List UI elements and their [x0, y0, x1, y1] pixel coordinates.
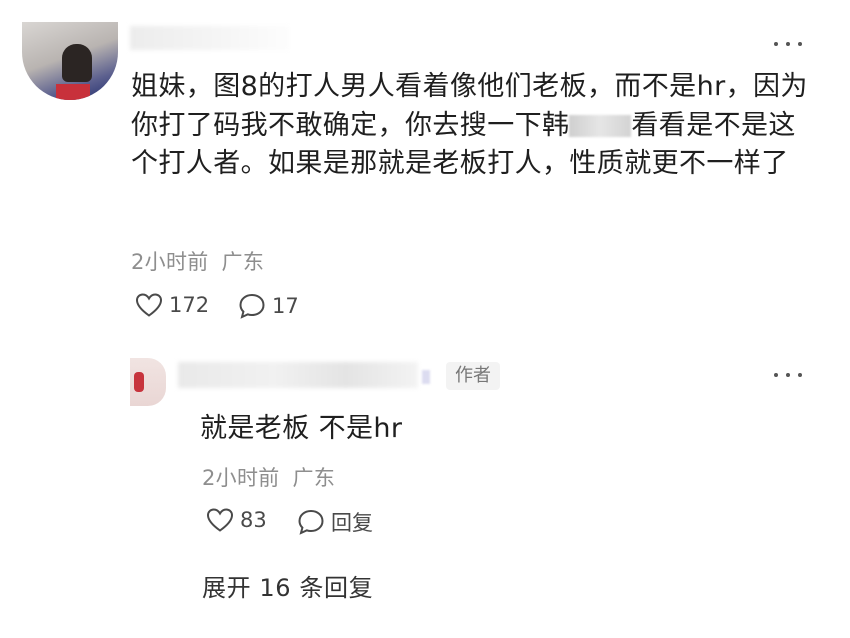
commenter-avatar[interactable] [22, 22, 118, 100]
reply-author-name-blurred-tail [422, 370, 430, 384]
comment-like-button[interactable]: 172 [135, 292, 209, 318]
more-dots-icon[interactable] [774, 40, 802, 48]
comment-meta: 2小时前 广东 [131, 246, 264, 276]
comment-reply-count: 17 [272, 294, 299, 318]
reply-heart-icon [206, 508, 234, 532]
expand-replies-link[interactable]: 展开 16 条回复 [202, 568, 373, 603]
comment-text: 姐妹，图8的打人男人看着像他们老板，而不是hr，因为你打了码我不敢确定，你去搜一… [131, 68, 811, 184]
reply-more-dots-icon[interactable] [774, 371, 802, 379]
comment-like-count: 172 [169, 293, 210, 317]
heart-icon [135, 293, 163, 317]
author-badge: 作者 [446, 362, 500, 390]
speech-bubble-icon [239, 293, 265, 319]
reply-time: 2小时前 [202, 466, 280, 490]
commenter-name-blurred[interactable] [130, 26, 290, 50]
censored-name-mosaic [569, 115, 632, 138]
reply-location: 广东 [292, 466, 336, 490]
reply-author-avatar[interactable] [130, 358, 166, 406]
reply-like-count: 83 [240, 508, 267, 532]
reply-like-button[interactable]: 83 [206, 507, 267, 533]
reply-speech-bubble-icon [298, 509, 324, 535]
comment-location: 广东 [221, 250, 265, 274]
reply-reply-button[interactable]: 回复 [297, 507, 373, 537]
reply-text: 就是老板 不是hr [200, 413, 403, 444]
reply-reply-label: 回复 [331, 511, 373, 535]
comment-reply-button[interactable]: 17 [238, 292, 299, 320]
comment-time: 2小时前 [131, 250, 209, 274]
reply-meta: 2小时前 广东 [202, 462, 335, 492]
reply-author-name-blurred[interactable] [178, 362, 418, 388]
